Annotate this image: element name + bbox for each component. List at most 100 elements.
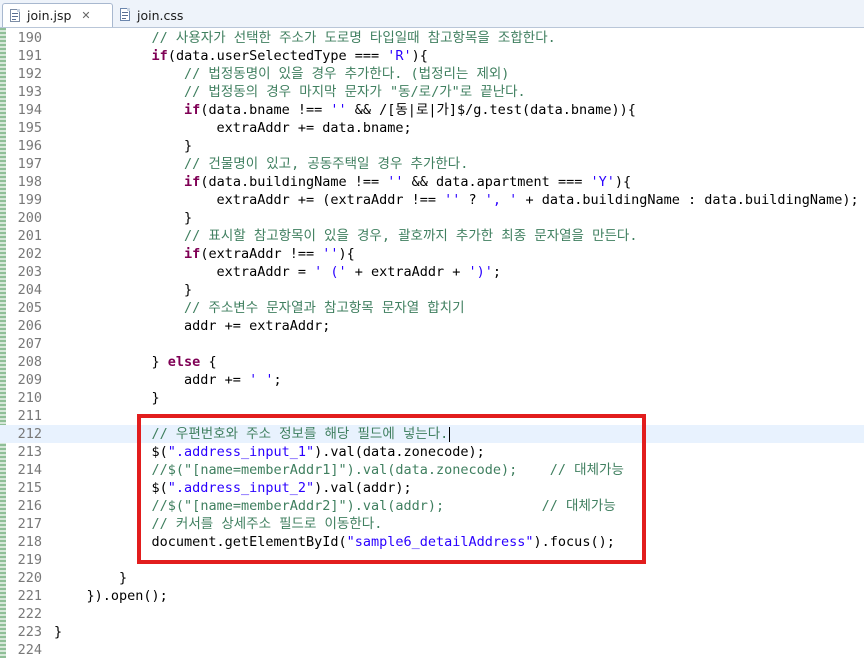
line-number: 211 <box>17 408 42 424</box>
code-token: // 주소변수 문자열과 참고항목 문자열 합치기 <box>184 300 465 316</box>
code-line[interactable]: 197 // 건물명이 있고, 공동주택일 경우 추가한다. <box>0 155 864 173</box>
code-line[interactable]: 207 <box>0 335 864 353</box>
code-token: } <box>54 354 168 370</box>
code-line[interactable]: 199 extraAddr += (extraAddr !== '' ? ', … <box>0 191 864 209</box>
code-line[interactable]: 220 } <box>0 569 864 587</box>
code-token: { <box>200 354 217 370</box>
code-token: extraAddr += data.bname; <box>54 120 412 136</box>
code-line[interactable]: 195 extraAddr += data.bname; <box>0 119 864 137</box>
line-source: } <box>54 281 192 299</box>
editor-tab-bar: join.jsp ✕ join.css <box>0 0 864 28</box>
line-number: 206 <box>17 318 42 334</box>
code-line[interactable]: 192 // 법정동명이 있을 경우 추가한다. (법정리는 제외) <box>0 65 864 83</box>
code-token: ', ' <box>484 192 518 208</box>
line-source: if(data.buildingName !== '' && data.apar… <box>54 173 631 191</box>
line-source: extraAddr = ' (' + extraAddr + ')'; <box>54 263 502 281</box>
code-line[interactable]: 224 <box>0 641 864 659</box>
line-number: 210 <box>17 390 42 406</box>
code-line[interactable]: 196 } <box>0 137 864 155</box>
code-token: && /[동|로|가]$/g.test(data.bname)){ <box>346 102 636 118</box>
code-token: } <box>54 138 193 154</box>
code-line[interactable]: 200 } <box>0 209 864 227</box>
line-source: // 사용자가 선택한 주소가 도로명 타입일때 참고항목을 조합한다. <box>54 29 556 47</box>
line-number: 218 <box>17 534 42 550</box>
code-line[interactable]: 193 // 법정동의 경우 마지막 문자가 "동/로/가"로 끝난다. <box>0 83 864 101</box>
line-number: 214 <box>17 462 42 478</box>
css-file-icon <box>120 8 132 22</box>
code-line[interactable]: 222 <box>0 605 864 623</box>
code-token: ; <box>273 372 282 388</box>
line-number: 209 <box>17 372 42 388</box>
tab-label: join.css <box>137 7 184 23</box>
code-line[interactable]: 190 // 사용자가 선택한 주소가 도로명 타입일때 참고항목을 조합한다. <box>0 29 864 47</box>
code-token: + data.buildingName : data.buildingName)… <box>517 192 859 208</box>
code-token: '' <box>387 174 404 190</box>
line-number: 217 <box>17 516 42 532</box>
line-number: 219 <box>17 552 42 568</box>
line-number: 224 <box>17 642 42 658</box>
code-line[interactable]: 205 // 주소변수 문자열과 참고항목 문자열 합치기 <box>0 299 864 317</box>
code-line[interactable]: 201 // 표시할 참고항목이 있을 경우, 괄호까지 추가한 최종 문자열을… <box>0 227 864 245</box>
tab-join-css[interactable]: join.css <box>113 3 213 27</box>
line-number: 200 <box>17 210 42 226</box>
code-line[interactable]: 198 if(data.buildingName !== '' && data.… <box>0 173 864 191</box>
line-source: extraAddr += (extraAddr !== '' ? ', ' + … <box>54 191 859 209</box>
code-token: ')' <box>468 264 493 280</box>
line-source: addr += extraAddr; <box>54 317 330 335</box>
code-line[interactable]: 202 if(extraAddr !== ''){ <box>0 245 864 263</box>
line-number: 203 <box>17 264 42 280</box>
tab-join-jsp[interactable]: join.jsp ✕ <box>2 3 113 27</box>
code-line[interactable]: 191 if(data.userSelectedType === 'R'){ <box>0 47 864 65</box>
code-token: if <box>151 48 168 64</box>
code-line[interactable]: 223} <box>0 623 864 641</box>
code-token: addr += <box>54 372 250 388</box>
code-token: if <box>184 174 201 190</box>
code-line[interactable]: 206 addr += extraAddr; <box>0 317 864 335</box>
line-number: 192 <box>17 66 42 82</box>
code-line[interactable]: 203 extraAddr = ' (' + extraAddr + ')'; <box>0 263 864 281</box>
code-line[interactable]: 208 } else { <box>0 353 864 371</box>
code-token: } <box>54 390 160 406</box>
line-source: } <box>54 389 160 407</box>
code-token: // 표시할 참고항목이 있을 경우, 괄호까지 추가한 최종 문자열을 만든다… <box>184 228 638 244</box>
line-number: 204 <box>17 282 42 298</box>
code-token: (extraAddr !== <box>200 246 323 262</box>
line-source: if(extraAddr !== ''){ <box>54 245 355 263</box>
line-number: 193 <box>17 84 42 100</box>
code-line[interactable]: 204 } <box>0 281 864 299</box>
code-token: } <box>54 624 63 640</box>
line-source: // 법정동명이 있을 경우 추가한다. (법정리는 제외) <box>54 65 509 83</box>
code-token: if <box>184 246 201 262</box>
code-token: ){ <box>338 246 355 262</box>
code-token: // 법정동명이 있을 경우 추가한다. (법정리는 제외) <box>184 66 510 82</box>
code-token: ' ' <box>249 372 274 388</box>
line-number: 208 <box>17 354 42 370</box>
line-source: // 주소변수 문자열과 참고항목 문자열 합치기 <box>54 299 465 317</box>
code-token: 'Y' <box>590 174 615 190</box>
code-line[interactable]: 209 addr += ' '; <box>0 371 864 389</box>
code-token: ){ <box>614 174 632 190</box>
line-source: } <box>54 623 62 641</box>
line-number: 195 <box>17 120 42 136</box>
code-token: && data.apartment === <box>403 174 591 190</box>
line-number: 197 <box>17 156 42 172</box>
code-line[interactable]: 194 if(data.bname !== '' && /[동|로|가]$/g.… <box>0 101 864 119</box>
line-number: 198 <box>17 174 42 190</box>
close-tab-icon[interactable]: ✕ <box>81 9 90 22</box>
code-line[interactable]: 210 } <box>0 389 864 407</box>
code-line[interactable]: 221 }).open(); <box>0 587 864 605</box>
line-number: 191 <box>17 48 42 64</box>
tab-label: join.jsp <box>27 8 72 23</box>
line-source: addr += ' '; <box>54 371 282 389</box>
line-source: } <box>54 209 192 227</box>
highlight-box <box>137 414 646 564</box>
line-source: }).open(); <box>54 587 168 605</box>
